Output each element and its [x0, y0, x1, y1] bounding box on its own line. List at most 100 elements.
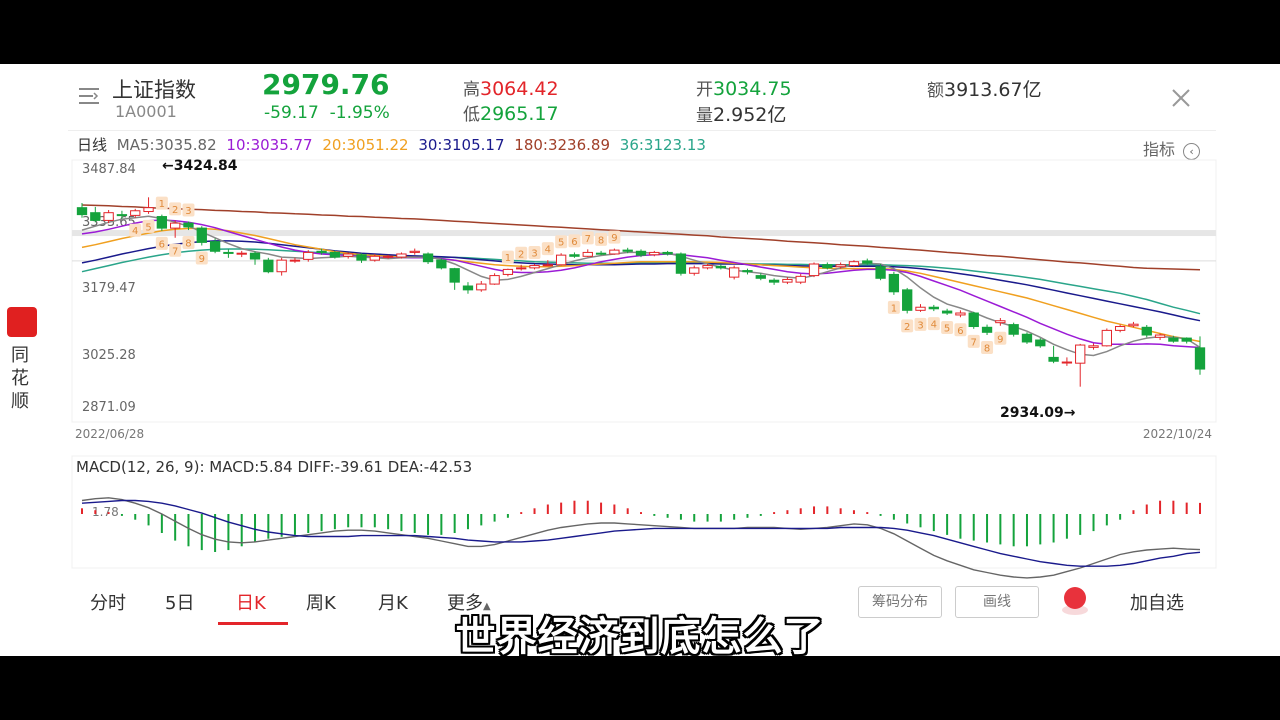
- candle-body: [968, 312, 979, 328]
- candle-body: [1061, 361, 1073, 364]
- candle-body: [1141, 326, 1152, 336]
- candle-body: [449, 268, 460, 283]
- td-count-label: 7: [971, 337, 977, 348]
- price-tick-label: 3025.28: [82, 348, 136, 363]
- candle-body: [1101, 329, 1112, 347]
- candle-body: [436, 259, 447, 269]
- price-tick-label: 3487.84: [82, 162, 136, 177]
- candle-body: [822, 264, 833, 269]
- candle-body: [502, 268, 514, 275]
- video-subtitle: 世界经济到底怎么了: [455, 614, 825, 660]
- candle-body: [409, 250, 420, 253]
- td-count-label: 2: [904, 322, 910, 333]
- td-count-label: 2: [518, 249, 524, 260]
- td-count-label: 1: [159, 199, 165, 210]
- price-tick-label: 2871.09: [82, 400, 136, 415]
- candle-body: [702, 265, 713, 269]
- candle-body: [768, 279, 780, 283]
- candle-body: [1114, 326, 1126, 331]
- candle-body: [196, 227, 207, 243]
- candle-body: [595, 252, 607, 255]
- tonghuashun-logo-icon[interactable]: [7, 307, 37, 337]
- td-count-label: 4: [132, 226, 138, 237]
- start-date-label: 2022/06/28: [75, 427, 144, 441]
- td-count-label: 9: [997, 334, 1003, 345]
- candle-body: [276, 259, 287, 273]
- td-count-label: 9: [611, 233, 617, 244]
- candle-body: [902, 289, 913, 311]
- td-count-label: 7: [585, 234, 591, 245]
- candle-body: [795, 275, 806, 283]
- candle-body: [928, 306, 939, 310]
- candle-body: [875, 266, 886, 279]
- candle-body: [1048, 356, 1059, 362]
- candle-body: [1008, 324, 1019, 335]
- candle-body: [1194, 347, 1206, 370]
- candle-body: [1168, 337, 1179, 342]
- candle-body: [369, 255, 380, 261]
- candle-body: [130, 210, 141, 216]
- candle-body: [343, 253, 354, 257]
- td-count-label: 7: [172, 246, 178, 257]
- candle-body: [555, 254, 567, 266]
- candle-body: [542, 264, 553, 267]
- candle-body: [462, 285, 474, 291]
- candle-body: [742, 270, 753, 273]
- td-count-label: 5: [944, 323, 950, 334]
- candle-body: [1035, 339, 1046, 347]
- sidebar-app-name: 同花顺: [11, 345, 29, 412]
- td-count-label: 3: [917, 320, 923, 331]
- candle-body: [516, 267, 527, 270]
- candle-body: [835, 264, 846, 268]
- candle-body: [329, 251, 341, 258]
- candle-body: [116, 214, 128, 217]
- candle-body: [316, 250, 327, 253]
- candle-body: [808, 263, 820, 277]
- kline-chart[interactable]: 3487.843333.653179.473025.282871.092022/…: [0, 64, 1280, 584]
- td-count-label: 9: [199, 254, 205, 265]
- price-tick-label: 3179.47: [82, 281, 136, 296]
- td-count-label: 6: [159, 239, 165, 250]
- candle-body: [1021, 333, 1033, 343]
- td-count-label: 8: [185, 239, 191, 250]
- candle-body: [915, 306, 926, 311]
- td-count-label: 1: [891, 303, 897, 314]
- candle-body: [755, 275, 766, 279]
- high-marker-label: ←3424.84: [162, 158, 238, 174]
- candle-body: [582, 251, 593, 257]
- candle-body: [715, 265, 727, 269]
- candle-body: [1181, 337, 1192, 342]
- candle-body: [249, 252, 261, 260]
- candle-body: [848, 261, 860, 267]
- candle-body: [888, 273, 900, 293]
- candle-body: [209, 241, 221, 252]
- candle-body: [489, 275, 500, 285]
- td-count-label: 3: [185, 206, 191, 217]
- end-date-label: 2022/10/24: [1143, 427, 1212, 441]
- candle-body: [183, 222, 194, 228]
- candle-body: [609, 249, 620, 255]
- td-count-label: 6: [957, 326, 963, 337]
- candle-body: [103, 212, 114, 221]
- candle-body: [356, 254, 367, 261]
- low-marker-label: 2934.09→: [1000, 405, 1076, 421]
- td-count-label: 4: [931, 320, 937, 331]
- candle-body: [289, 259, 301, 262]
- price-panel-frame: [71, 159, 1217, 423]
- macd-label: MACD(12, 26, 9): MACD:5.84 DIFF:-39.61 D…: [76, 458, 472, 476]
- candle-body: [635, 250, 647, 256]
- ma-line-ma10: [81, 219, 1201, 349]
- candle-body: [382, 255, 394, 258]
- stock-detail-screen: 上证指数 1A0001 2979.76 -59.17 -1.95% 高3064.…: [0, 64, 1280, 656]
- candle-body: [1128, 323, 1139, 327]
- candle-body: [223, 251, 234, 254]
- candle-body: [569, 254, 580, 257]
- td-count-label: 2: [172, 205, 178, 216]
- td-count-label: 5: [558, 238, 564, 249]
- td-count-label: 3: [531, 249, 537, 260]
- candle-body: [476, 283, 487, 291]
- candle-body: [143, 207, 154, 213]
- td-count-label: 1: [505, 253, 511, 264]
- td-count-label: 8: [984, 344, 990, 355]
- candle-body: [782, 278, 793, 283]
